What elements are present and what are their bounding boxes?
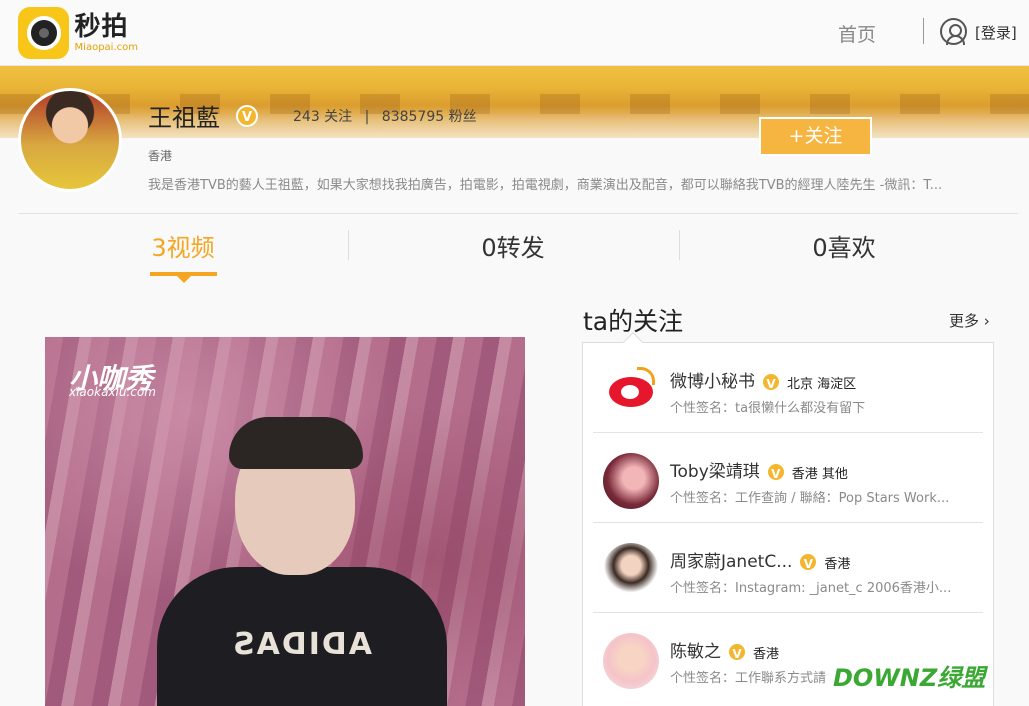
following-count[interactable]: 243 关注	[293, 109, 352, 125]
following-name[interactable]: 周家蔚JanetC...	[670, 552, 792, 572]
profile-bio: 我是香港TVB的藝人王祖藍，如果大家想找我拍廣告，拍電影，拍電視劇，商業演出及配…	[148, 178, 943, 193]
camera-lens-icon	[18, 7, 69, 59]
followers-count[interactable]: 8385795 粉丝	[382, 109, 477, 125]
following-avatar	[603, 453, 659, 509]
profile-avatar[interactable]	[18, 88, 122, 192]
miaopai-logo[interactable]: 秒拍 Miaopai.com	[18, 6, 138, 60]
following-name[interactable]: 微博小秘书	[670, 372, 755, 392]
profile-divider	[18, 213, 1018, 214]
tab-reposts[interactable]: 0转发	[348, 228, 678, 263]
more-link[interactable]: 更多 ›	[949, 310, 990, 331]
video-person-hair	[229, 417, 363, 469]
following-signature: 个性签名：Instagram: _janet_c 2006香港小...	[670, 581, 952, 596]
verified-icon: V	[765, 462, 786, 482]
verified-icon: V	[798, 552, 819, 572]
following-avatar	[603, 633, 659, 689]
top-navigation-bar: 秒拍 Miaopai.com 首页 [登录]	[0, 0, 1029, 66]
following-item[interactable]: Toby梁靖琪 V 香港 其他 个性签名：工作查詢 / 聯絡：Pop Stars W…	[593, 433, 983, 523]
following-location: 北京 海淀区	[787, 376, 857, 392]
verified-icon: V	[761, 372, 781, 392]
following-name[interactable]: Toby梁靖琪	[670, 462, 760, 482]
follow-button[interactable]: +关注	[759, 117, 872, 156]
following-location: 香港	[753, 646, 780, 662]
following-signature: 个性签名：工作查詢 / 聯絡：Pop Stars Work...	[670, 491, 950, 506]
logo-text-cn: 秒拍	[74, 12, 129, 42]
video-shirt-print: ADIDAS	[231, 627, 373, 662]
profile-location: 香港	[148, 149, 173, 163]
tab-videos[interactable]: 3视频	[18, 228, 348, 263]
login-link[interactable]: [登录]	[975, 22, 1017, 43]
logo-text-en: Miaopai.com	[74, 42, 138, 53]
weibo-logo-icon	[603, 363, 659, 419]
verified-icon: V	[727, 642, 747, 662]
following-location: 香港	[824, 556, 851, 572]
site-watermark: DOWNZ绿盟	[833, 664, 986, 692]
following-location: 香港 其他	[791, 466, 848, 482]
following-list: 微博小秘书 V 北京 海淀区 个性签名：ta很懒什么都没有留下 Toby梁靖琪 V 香港…	[582, 342, 994, 706]
user-icon[interactable]	[940, 18, 967, 45]
profile-stats: 243 关注 | 8385795 粉丝	[293, 106, 477, 126]
following-item[interactable]: 微博小秘书 V 北京 海淀区 个性签名：ta很懒什么都没有留下	[593, 343, 983, 433]
nav-home-link[interactable]: 首页	[838, 20, 876, 47]
following-signature: 个性签名：ta很懒什么都没有留下	[670, 401, 866, 416]
following-item[interactable]: 周家蔚JanetC... V 香港 个性签名：Instagram: _janet_c…	[593, 523, 983, 613]
profile-name: 王祖藍	[148, 104, 220, 132]
following-avatar	[603, 543, 659, 599]
following-name[interactable]: 陈敏之	[670, 642, 721, 662]
video-watermark-en: xiaokaxiu.com	[69, 385, 156, 399]
verified-icon: V	[236, 105, 258, 127]
stats-separator: |	[364, 109, 370, 125]
tab-likes[interactable]: 0喜欢	[679, 228, 1009, 263]
nav-divider	[923, 18, 924, 44]
active-tab-caret-icon	[177, 276, 191, 283]
video-thumbnail[interactable]: 小咖秀 xiaokaxiu.com ADIDAS	[45, 337, 525, 706]
